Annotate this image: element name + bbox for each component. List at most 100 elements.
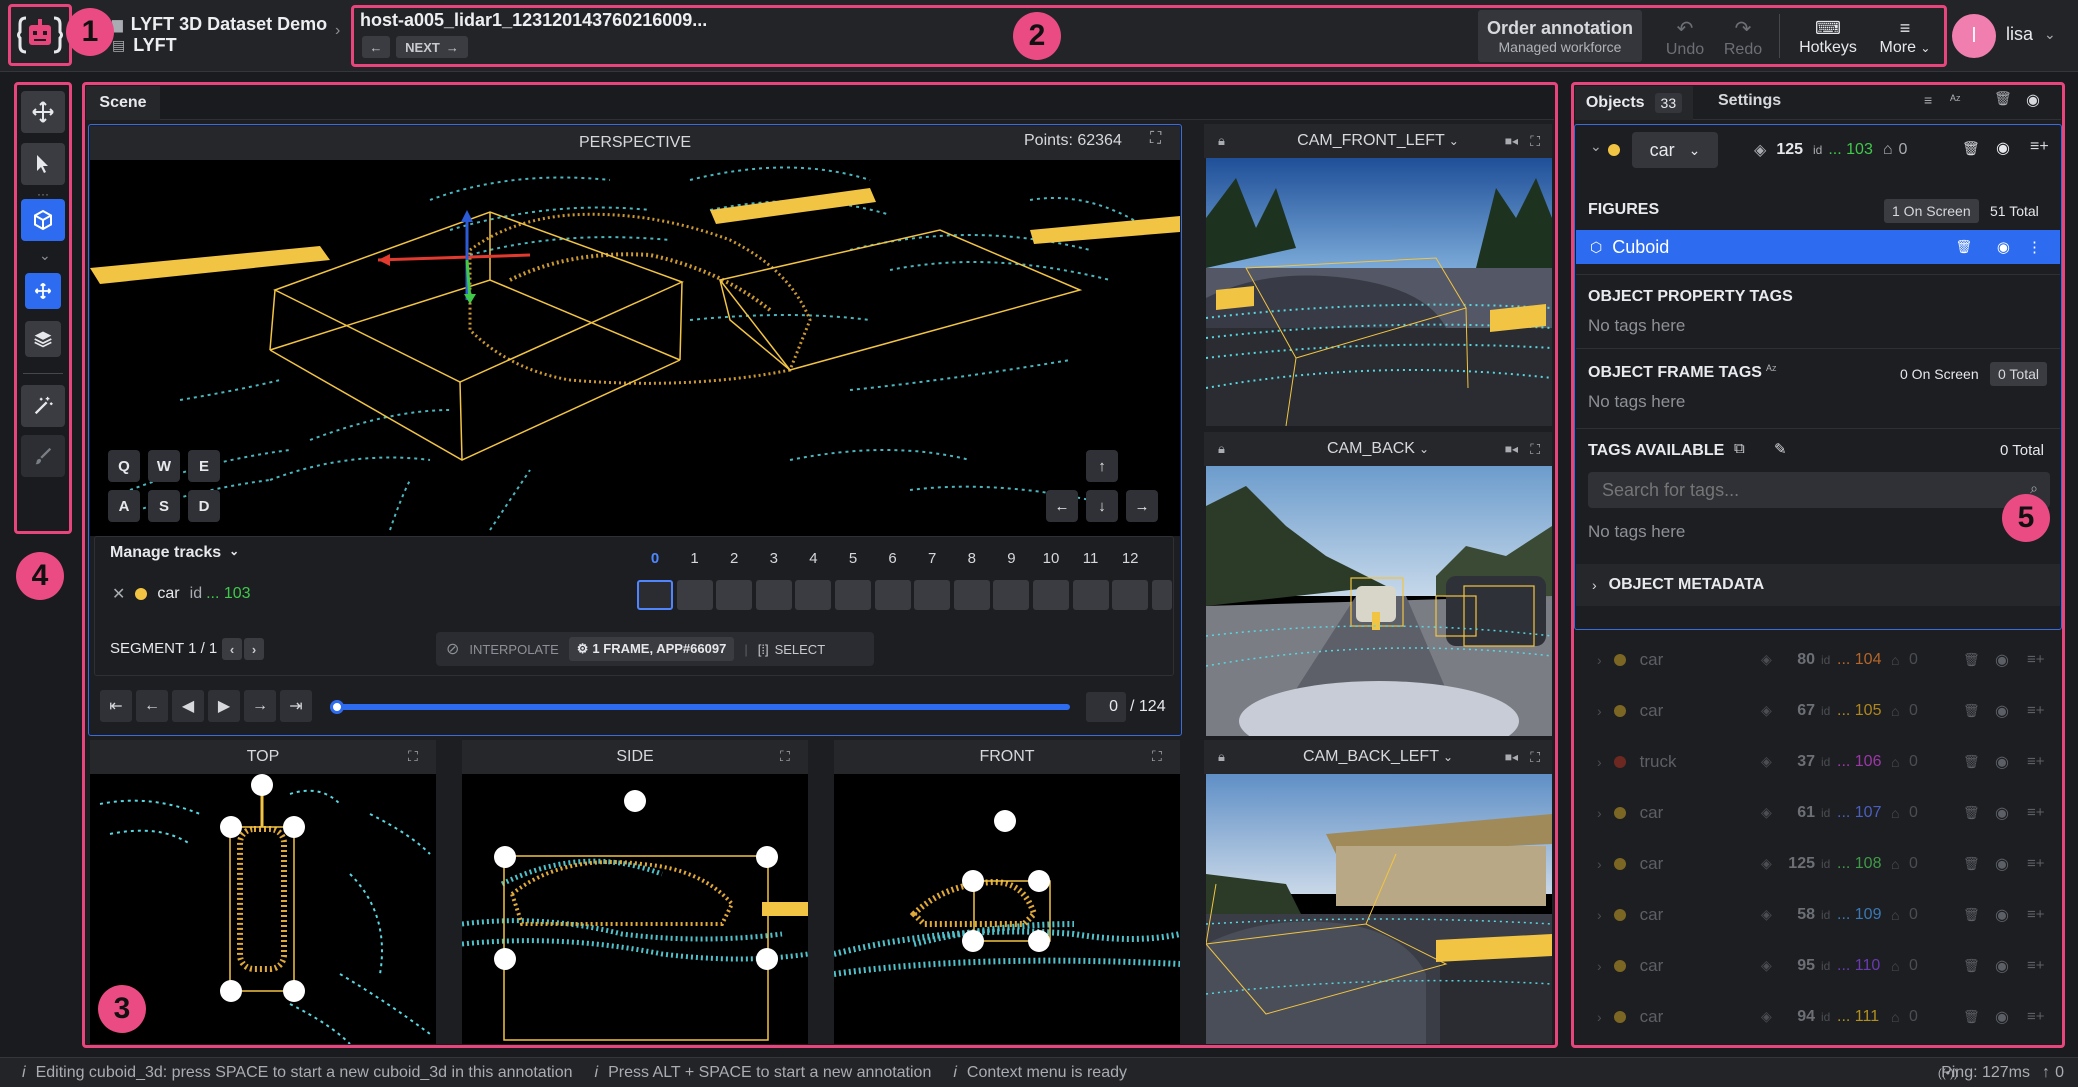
frame-cell[interactable] (1072, 580, 1109, 610)
select-button[interactable]: [⁞] SELECT (758, 642, 825, 657)
figure-row-cuboid[interactable]: ⬡ Cuboid 🗑︎ ◉ ⋮ (1576, 230, 2060, 264)
next-item-button[interactable]: NEXT → (396, 36, 468, 58)
tab-objects[interactable]: Objects 33 (1575, 86, 1693, 120)
order-annotation-button[interactable]: Order annotation Managed workforce (1478, 10, 1642, 62)
edit-icon[interactable]: ✎ (1774, 440, 1787, 458)
expand-chevron-icon[interactable]: › (1597, 703, 1602, 719)
frame-cell[interactable] (874, 580, 911, 610)
frame-cell[interactable] (1033, 580, 1069, 610)
delete-object-icon[interactable]: 🗑︎ (1963, 703, 1980, 719)
frame-app-chip[interactable]: ⚙ 1 FRAME, APP#66097 (568, 637, 735, 661)
prev-item-button[interactable]: ← (362, 36, 390, 58)
camera-icon[interactable]: ■◂ (1505, 442, 1518, 456)
resize-handle[interactable] (283, 980, 305, 1002)
fullscreen-icon[interactable]: ⛶ (1150, 130, 1161, 148)
side-view-canvas[interactable] (462, 774, 808, 1044)
resize-handle[interactable] (962, 930, 984, 952)
chevron-down-icon[interactable]: ⌄ (1419, 442, 1429, 456)
frame-cell[interactable] (795, 580, 832, 610)
expand-chevron-icon[interactable]: › (1597, 1009, 1602, 1025)
project-breadcrumb[interactable]: ▆ LYFT 3D Dataset Demo (112, 14, 327, 35)
frame-number[interactable]: 2 (716, 550, 752, 567)
perspective-canvas[interactable] (90, 160, 1180, 536)
add-to-list-icon[interactable]: ≡+ (2027, 702, 2045, 719)
fullscreen-icon[interactable]: ⛶ (1530, 133, 1540, 150)
play-back-button[interactable]: ◀ (172, 690, 204, 722)
key-w[interactable]: W (148, 450, 180, 482)
undo-button[interactable]: ↶ Undo (1660, 12, 1710, 62)
camera-icon[interactable]: ■◂ (1505, 750, 1518, 764)
brush-tool-button[interactable] (21, 435, 65, 477)
object-list-item[interactable]: › car ◈ 67 id ... 105 ⌂ 0 🗑︎ ◉ ≡+ (1575, 685, 2061, 736)
front-fullscreen-icon[interactable]: ⛶ (1152, 748, 1162, 765)
resize-handle[interactable] (220, 816, 242, 838)
visibility-eye-icon[interactable]: ◉ (1995, 701, 2009, 721)
visibility-eye-icon[interactable]: ◉ (1995, 752, 2009, 772)
object-list-item[interactable]: › car ◈ 125 id ... 108 ⌂ 0 🗑︎ ◉ ≡+ (1575, 838, 2061, 889)
frame-cell[interactable] (716, 580, 753, 610)
cam-back-label[interactable]: CAM_BACK (1327, 440, 1415, 458)
next-step-button[interactable]: → (244, 690, 276, 722)
delete-object-icon[interactable]: 🗑︎ (1963, 907, 1980, 923)
delete-object-icon[interactable]: 🗑︎ (1963, 805, 1980, 821)
transform-tool-button[interactable] (25, 273, 61, 309)
prev-step-button[interactable]: ← (136, 690, 168, 722)
add-to-list-icon[interactable]: ≡+ (2027, 855, 2045, 872)
frame-number[interactable]: 1 (677, 550, 713, 567)
object-list-item[interactable]: › car ◈ 58 id ... 109 ⌂ 0 🗑︎ ◉ ≡+ (1575, 889, 2061, 940)
key-a[interactable]: A (108, 490, 140, 522)
frame-cell[interactable] (914, 580, 951, 610)
lock-icon[interactable]: 🔒︎ (1218, 441, 1225, 457)
current-frame-input[interactable]: 0 (1086, 692, 1126, 722)
eye-icon[interactable]: ◉ (2026, 90, 2040, 110)
cam-front-left-image[interactable] (1206, 158, 1552, 426)
filter-icon[interactable]: ≡ (1924, 92, 1932, 108)
first-frame-button[interactable]: ⇤ (100, 690, 132, 722)
object-list-item[interactable]: › car ◈ 80 id ... 104 ⌂ 0 🗑︎ ◉ ≡+ (1575, 634, 2061, 685)
frame-cell[interactable] (755, 580, 792, 610)
visibility-eye-icon[interactable]: ◉ (1996, 138, 2010, 158)
layers-tool-button[interactable] (25, 321, 61, 357)
frame-cell[interactable] (637, 580, 673, 610)
rotate-handle[interactable] (624, 790, 646, 812)
frame-cell[interactable] (993, 580, 1030, 610)
sort-az-icon[interactable]: ᴬᶻ (1766, 362, 1777, 377)
interpolate-button[interactable]: INTERPOLATE (469, 642, 558, 657)
resize-handle[interactable] (494, 846, 516, 868)
tag-search-field[interactable]: ⌕ (1588, 472, 2050, 508)
pan-tool-button[interactable] (21, 91, 65, 133)
select-tool-button[interactable] (21, 143, 65, 185)
frame-number[interactable]: 6 (875, 550, 911, 567)
delete-object-icon[interactable]: 🗑︎ (1963, 1009, 1980, 1025)
trash-icon[interactable]: 🗑︎ (1994, 90, 2012, 107)
rotate-handle[interactable] (994, 810, 1016, 832)
rotate-handle[interactable] (251, 774, 273, 796)
object-class-select[interactable]: car ⌄ (1632, 132, 1718, 168)
fullscreen-icon[interactable]: ⛶ (1530, 749, 1540, 766)
cam-back-left-image[interactable] (1206, 774, 1552, 1044)
last-frame-button[interactable]: ⇥ (280, 690, 312, 722)
sort-az-icon[interactable]: ᴬᶻ (1950, 92, 1961, 107)
frame-cell[interactable] (1151, 580, 1172, 610)
cam-back-left-label[interactable]: CAM_BACK_LEFT (1303, 748, 1439, 766)
cuboid-tool-button[interactable] (21, 199, 65, 241)
visibility-eye-icon[interactable]: ◉ (1995, 956, 2009, 976)
tab-settings[interactable]: Settings (1718, 92, 1781, 110)
resize-handle[interactable] (220, 980, 242, 1002)
chevron-down-icon[interactable]: ⌄ (1443, 750, 1453, 764)
expand-chevron-icon[interactable]: › (1597, 754, 1602, 770)
object-list-item[interactable]: › car ◈ 95 id ... 110 ⌂ 0 🗑︎ ◉ ≡+ (1575, 940, 2061, 991)
cam-front-left-label[interactable]: CAM_FRONT_LEFT (1297, 132, 1445, 150)
close-icon[interactable]: ✕ (112, 584, 125, 604)
object-metadata-section[interactable]: › OBJECT METADATA (1576, 564, 2060, 606)
expand-chevron-icon[interactable]: ⌄ (39, 247, 51, 264)
frame-cell[interactable] (953, 580, 990, 610)
manage-tracks-button[interactable]: Manage tracks ⌄ (110, 544, 239, 562)
frame-number[interactable]: 9 (993, 550, 1029, 567)
visibility-eye-icon[interactable]: ◉ (1995, 1007, 2009, 1027)
visibility-eye-icon[interactable]: ◉ (1995, 650, 2009, 670)
user-avatar[interactable]: l (1952, 14, 1996, 58)
resize-handle[interactable] (1028, 930, 1050, 952)
lock-icon[interactable]: 🔒︎ (1218, 133, 1225, 149)
delete-figure-icon[interactable]: 🗑︎ (1955, 239, 1972, 255)
